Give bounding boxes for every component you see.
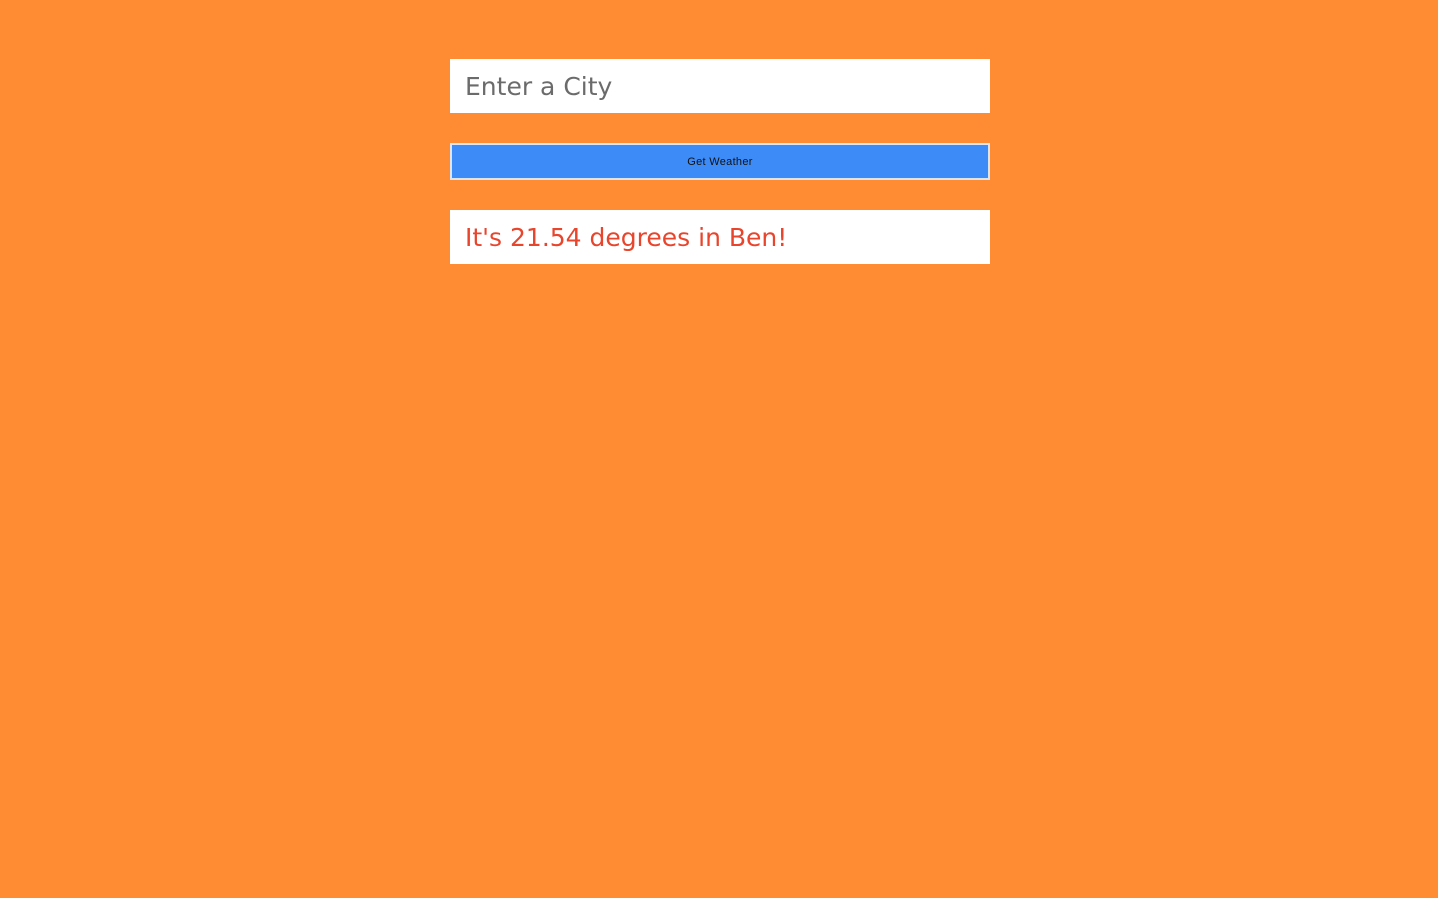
get-weather-button[interactable]: Get Weather [450, 143, 990, 180]
city-input[interactable] [450, 59, 990, 113]
weather-result: It's 21.54 degrees in Ben! [450, 210, 990, 264]
weather-app: Get Weather It's 21.54 degrees in Ben! [0, 0, 1438, 898]
weather-result-text: It's 21.54 degrees in Ben! [465, 222, 788, 252]
